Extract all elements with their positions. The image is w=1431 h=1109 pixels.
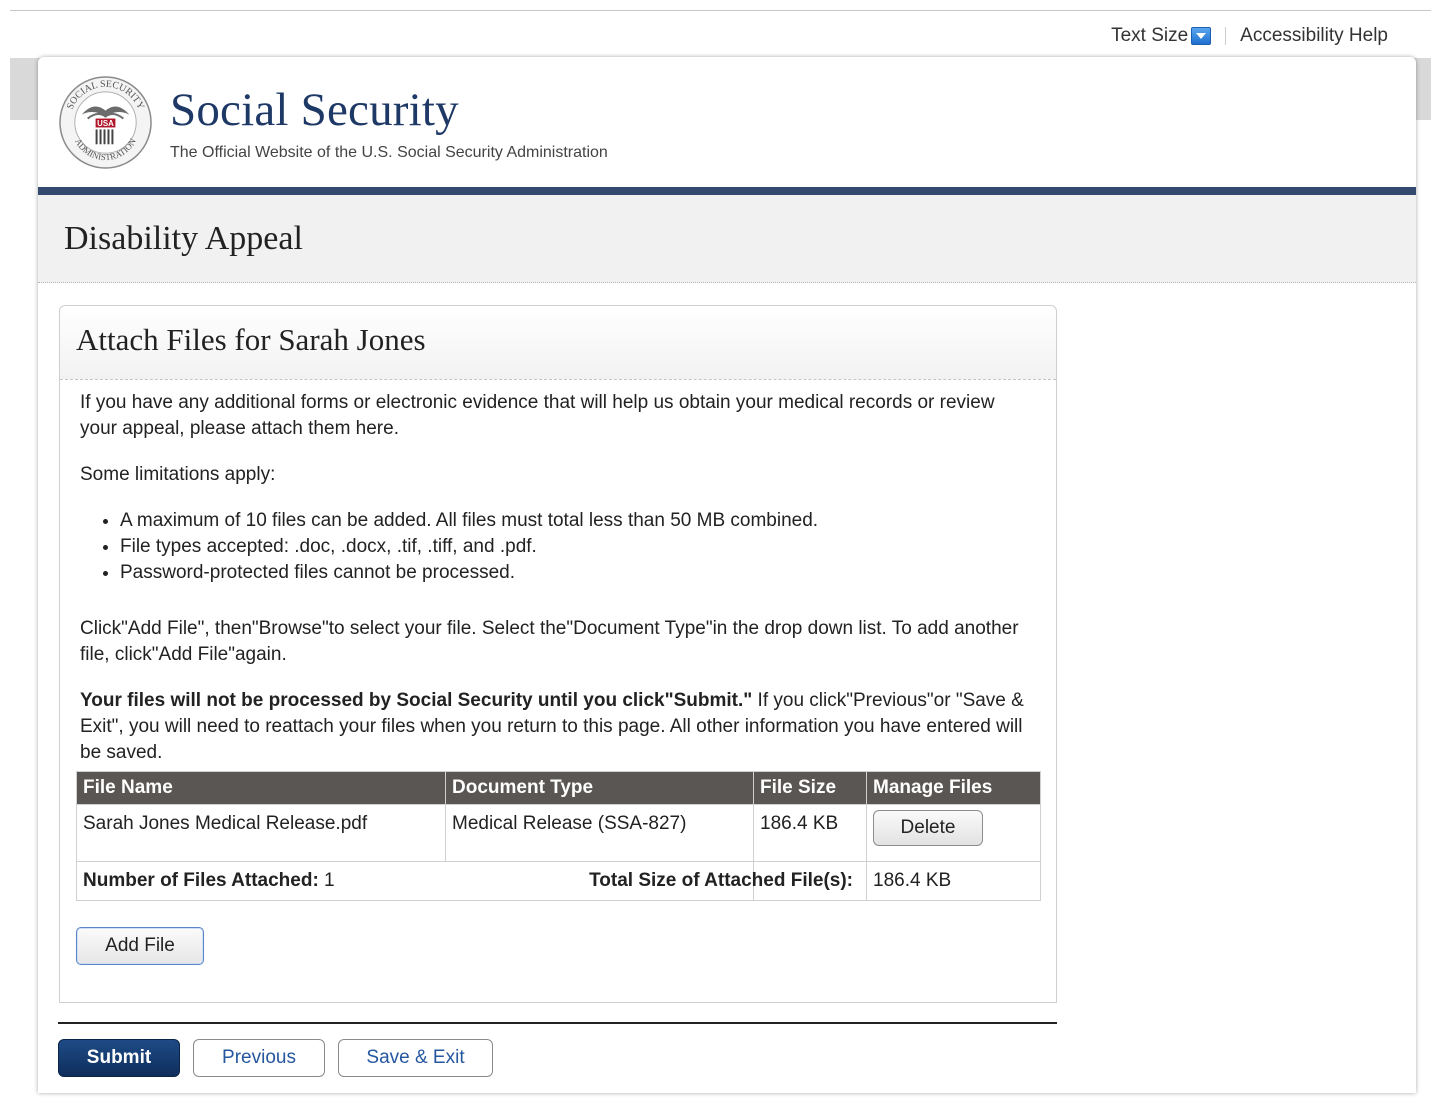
- panel-body: If you have any additional forms or elec…: [60, 380, 1056, 965]
- file-name-cell: Sarah Jones Medical Release.pdf: [76, 804, 446, 862]
- list-item: Password-protected files cannot be proce…: [120, 560, 1036, 586]
- submit-button[interactable]: Submit: [58, 1039, 180, 1077]
- page-frame: SOCIAL SECURITY ADMINISTRATION USA Socia…: [38, 57, 1416, 1093]
- site-header: SOCIAL SECURITY ADMINISTRATION USA Socia…: [38, 57, 1416, 187]
- attach-files-panel: Attach Files for Sarah Jones If you have…: [59, 305, 1057, 1003]
- top-divider: [10, 10, 1431, 11]
- ssa-seal-icon: SOCIAL SECURITY ADMINISTRATION USA: [59, 76, 152, 169]
- panel-header: Attach Files for Sarah Jones: [60, 306, 1056, 380]
- file-size-cell: 186.4 KB: [753, 804, 867, 862]
- list-item: File types accepted: .doc, .docx, .tif, …: [120, 534, 1036, 560]
- delete-file-button[interactable]: Delete: [873, 810, 983, 846]
- document-type-cell: Medical Release (SSA-827): [445, 804, 754, 862]
- files-attached-label: Number of Files Attached:: [83, 870, 319, 891]
- files-attached-value: 1: [324, 870, 335, 891]
- text-size-control[interactable]: Text Size: [1111, 25, 1212, 47]
- manage-files-cell: Delete: [866, 804, 1041, 862]
- form-actions: Submit Previous Save & Exit: [58, 1039, 493, 1077]
- form-divider: [58, 1022, 1057, 1024]
- instructions-text: Click"Add File", then"Browse"to select y…: [80, 618, 1019, 665]
- total-size-value: 186.4 KB: [866, 861, 1041, 901]
- header-rule: [38, 187, 1416, 195]
- column-header-document-type: Document Type: [445, 771, 754, 805]
- column-header-file-name: File Name: [76, 771, 446, 805]
- intro-text: If you have any additional forms or elec…: [80, 392, 995, 439]
- site-title[interactable]: Social Security: [170, 83, 459, 137]
- column-header-manage-files: Manage Files: [866, 771, 1041, 805]
- site-subtitle: The Official Website of the U.S. Social …: [170, 144, 608, 161]
- warning-text: Your files will not be processed by Soci…: [80, 688, 1036, 766]
- limitations-heading: Some limitations apply:: [80, 464, 276, 485]
- summary-cell: Number of Files Attached: 1 Total Size o…: [76, 861, 853, 901]
- list-item: A maximum of 10 files can be added. All …: [120, 508, 1036, 534]
- accessibility-help-link[interactable]: Accessibility Help: [1240, 25, 1388, 47]
- dropdown-arrow-icon[interactable]: [1191, 27, 1212, 45]
- text-size-label: Text Size: [1111, 25, 1189, 46]
- table-header-row: File Name Document Type File Size Manage…: [76, 771, 1041, 805]
- warning-bold-text: Your files will not be processed by Soci…: [80, 690, 753, 711]
- utility-separator: [1225, 27, 1227, 45]
- table-row: Sarah Jones Medical Release.pdf Medical …: [76, 804, 1041, 862]
- seal-badge-text: USA: [97, 119, 114, 128]
- total-size-label: Total Size of Attached File(s):: [589, 870, 853, 891]
- limitations-list: A maximum of 10 files can be added. All …: [80, 508, 1036, 586]
- page-title: Disability Appeal: [64, 220, 303, 257]
- panel-title: Attach Files for Sarah Jones: [76, 322, 426, 357]
- utility-bar: Text Size Accessibility Help: [1111, 24, 1388, 48]
- attached-files-table: File Name Document Type File Size Manage…: [76, 771, 1041, 901]
- column-header-file-size: File Size: [753, 771, 867, 805]
- save-exit-button[interactable]: Save & Exit: [338, 1039, 493, 1077]
- add-file-button[interactable]: Add File: [76, 927, 204, 965]
- previous-button[interactable]: Previous: [193, 1039, 325, 1077]
- table-summary-row: Number of Files Attached: 1 Total Size o…: [76, 861, 1041, 901]
